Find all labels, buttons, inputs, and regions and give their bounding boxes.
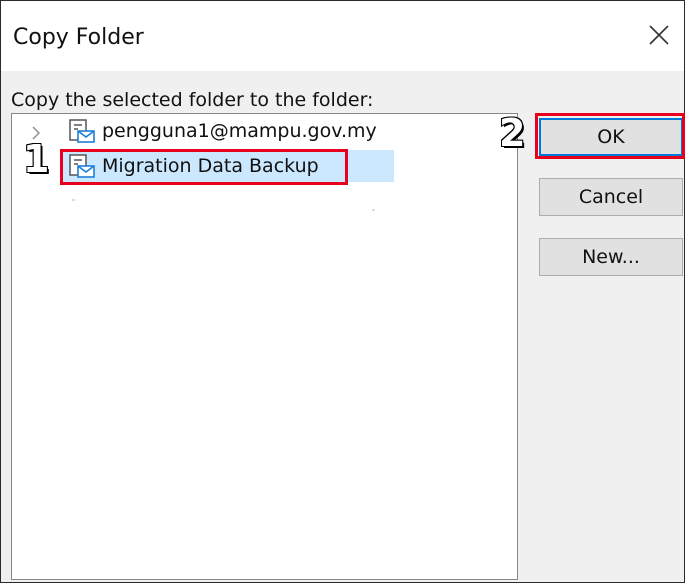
tree-item-account[interactable]: pengguna1@mampu.gov.my bbox=[12, 118, 432, 148]
render-artifact bbox=[72, 199, 75, 201]
close-icon bbox=[649, 25, 669, 45]
cancel-button-label: Cancel bbox=[578, 186, 644, 208]
annotation-box-selected-folder bbox=[60, 149, 348, 185]
copy-folder-dialog: Copy Folder Copy the selected folder to … bbox=[0, 0, 685, 583]
close-button[interactable] bbox=[641, 17, 677, 53]
annotation-step-1: 1 bbox=[22, 136, 50, 182]
annotation-box-ok-button bbox=[535, 113, 685, 159]
annotation-step-2: 2 bbox=[498, 110, 526, 156]
new-button-label: New... bbox=[582, 246, 640, 268]
title-bar: Copy Folder bbox=[1, 1, 684, 71]
new-folder-button[interactable]: New... bbox=[539, 238, 683, 276]
dialog-title: Copy Folder bbox=[13, 25, 144, 50]
folder-tree[interactable]: pengguna1@mampu.gov.my Migration Data Ba… bbox=[11, 113, 518, 580]
cancel-button[interactable]: Cancel bbox=[539, 178, 683, 216]
mailbox-folder-icon bbox=[68, 118, 96, 144]
render-artifact bbox=[372, 209, 375, 211]
destination-prompt: Copy the selected folder to the folder: bbox=[11, 89, 374, 111]
tree-item-label: pengguna1@mampu.gov.my bbox=[102, 120, 377, 142]
